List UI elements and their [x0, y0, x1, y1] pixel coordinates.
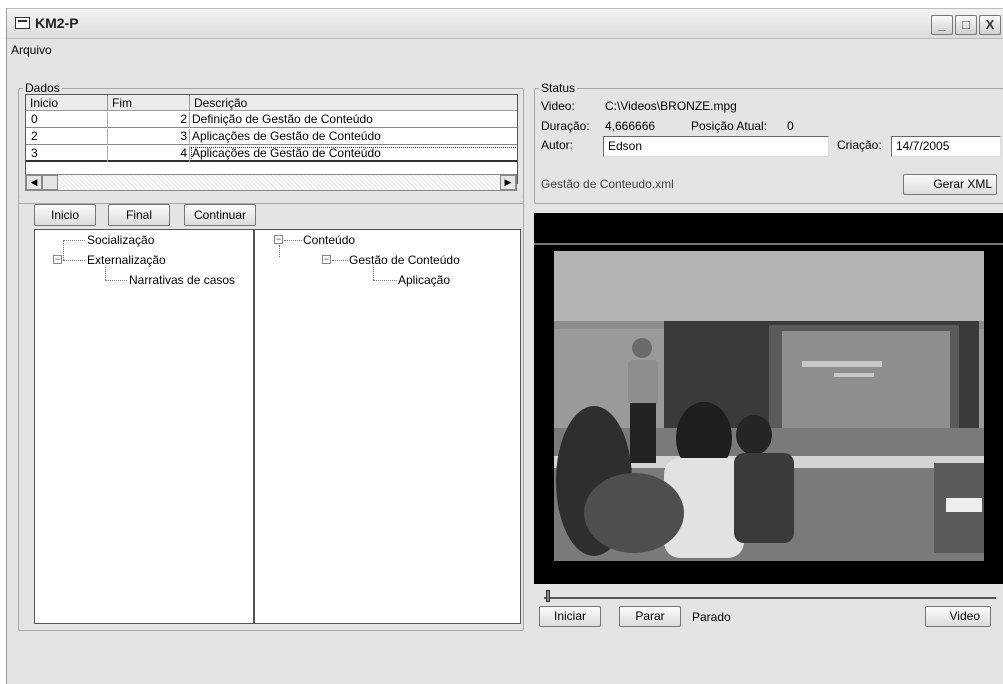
table-row[interactable]: 2 3 Aplicações de Gestão de Conteúdo	[26, 129, 517, 145]
video-progress-slider[interactable]	[544, 590, 996, 604]
maximize-button[interactable]: □	[955, 15, 977, 35]
author-field[interactable]: Edson	[603, 136, 829, 157]
cell-inicio[interactable]: 0	[26, 112, 108, 128]
data-grid[interactable]: Inicio Fim Descrição 0 2 Definição de Ge…	[25, 94, 518, 184]
column-header-inicio[interactable]: Inicio	[26, 95, 108, 111]
column-header-fim[interactable]: Fim	[108, 95, 190, 111]
scroll-left-icon[interactable]: ◀	[26, 175, 42, 190]
xml-filename: Gestão de Conteudo.xml	[541, 177, 674, 191]
iniciar-button[interactable]: Iniciar	[539, 606, 601, 627]
video-frame	[534, 213, 1003, 584]
video-label: Video:	[541, 99, 575, 113]
scroll-thumb[interactable]	[42, 175, 58, 190]
video-path: C:\Videos\BRONZE.mpg	[605, 99, 737, 113]
minimize-button[interactable]: _	[931, 15, 953, 35]
horizontal-scrollbar[interactable]: ◀ ▶	[25, 174, 517, 191]
menu-bar: Arquivo	[7, 40, 1003, 60]
cell-descricao[interactable]: Aplicações de Gestão de Conteúdo	[190, 129, 517, 145]
creation-field[interactable]: 14/7/2005	[891, 136, 1001, 157]
cell-fim[interactable]: 2	[108, 112, 190, 128]
cell-fim[interactable]: 4	[108, 146, 190, 162]
menu-arquivo[interactable]: Arquivo	[11, 43, 52, 57]
author-label: Autor:	[541, 138, 574, 152]
slider-track	[544, 597, 996, 599]
window-title: KM2-P	[35, 15, 79, 31]
duration-value: 4,666666	[605, 119, 656, 133]
video-player[interactable]	[534, 213, 1003, 584]
dados-group: Dados Inicio Fim Descrição 0 2 Definição…	[18, 82, 524, 204]
scroll-right-icon[interactable]: ▶	[500, 175, 516, 190]
cell-descricao[interactable]: Definição de Gestão de Conteúdo	[190, 112, 517, 128]
grid-header: Inicio Fim Descrição	[26, 95, 517, 111]
cell-fim[interactable]: 3	[108, 129, 190, 145]
video-button[interactable]: Video	[925, 606, 991, 627]
creation-label: Criação:	[837, 138, 882, 152]
main-window: KM2-P _ □ X Arquivo Dados Inicio Fim Des…	[6, 8, 1003, 684]
duration-label: Duração:	[541, 119, 590, 133]
dados-legend: Dados	[23, 81, 62, 95]
column-header-descricao[interactable]: Descrição	[190, 95, 517, 111]
table-row[interactable]: 3 4 Aplicações de Gestão de Conteúdo	[26, 146, 517, 162]
slider-thumb[interactable]	[546, 590, 550, 602]
cell-inicio[interactable]: 2	[26, 129, 108, 145]
close-button[interactable]: X	[979, 15, 1001, 35]
window-icon	[15, 17, 30, 29]
player-state: Parado	[692, 610, 731, 624]
parar-button[interactable]: Parar	[619, 606, 681, 627]
status-legend: Status	[539, 81, 578, 95]
status-group: Status Video: C:\Videos\BRONZE.mpg Duraç…	[534, 82, 1003, 204]
cell-inicio[interactable]: 3	[26, 146, 108, 162]
position-label: Posição Atual:	[691, 119, 768, 133]
cell-descricao[interactable]: Aplicações de Gestão de Conteúdo	[190, 146, 517, 162]
position-value: 0	[787, 119, 794, 133]
gerar-xml-button[interactable]: Gerar XML	[903, 174, 997, 195]
title-bar: KM2-P _ □ X	[7, 9, 1003, 39]
left-frame	[18, 196, 524, 631]
table-row[interactable]: 0 2 Definição de Gestão de Conteúdo	[26, 112, 517, 128]
